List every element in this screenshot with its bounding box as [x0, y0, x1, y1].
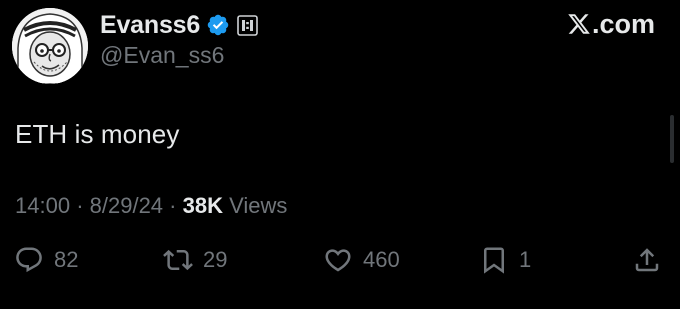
reply-button[interactable]: 82	[14, 243, 78, 277]
share-button[interactable]	[632, 243, 662, 277]
author-name-row: Evanss6	[100, 9, 258, 41]
reply-icon	[16, 247, 42, 273]
meta-separator: ·	[76, 193, 84, 218]
affiliate-badge-icon[interactable]	[237, 14, 258, 36]
scrollbar[interactable]	[670, 115, 674, 163]
x-logo-icon	[567, 12, 591, 36]
x-com-brand: .com	[567, 8, 655, 40]
meta-separator: ·	[169, 193, 177, 218]
views-count: 38K	[182, 193, 223, 218]
reply-count: 82	[54, 247, 79, 272]
tweet-text: ETH is money	[15, 119, 180, 149]
bookmark-icon	[484, 247, 504, 274]
views-label: Views	[229, 193, 288, 218]
bookmark-button[interactable]: 1	[479, 243, 531, 277]
cartoon-face-avatar-icon	[12, 8, 88, 84]
bookmark-count: 1	[519, 247, 532, 272]
repost-count: 29	[203, 247, 228, 272]
tweet-time[interactable]: 14:00	[15, 193, 70, 218]
verified-badge-icon[interactable]	[206, 13, 230, 37]
like-button[interactable]: 460	[323, 243, 400, 277]
share-icon	[635, 248, 659, 272]
action-bar: 82 29 460 1	[0, 243, 680, 277]
tweet-date[interactable]: 8/29/24	[90, 193, 163, 218]
tweet-meta: 14:00 · 8/29/24 · 38K Views	[15, 193, 287, 219]
heart-icon	[325, 249, 351, 272]
like-count: 460	[363, 247, 400, 272]
brand-text: .com	[591, 8, 655, 39]
avatar[interactable]	[12, 8, 88, 84]
author-handle[interactable]: @Evan_ss6	[100, 42, 224, 69]
repost-icon	[163, 249, 193, 271]
repost-button[interactable]: 29	[163, 243, 227, 277]
display-name[interactable]: Evanss6	[100, 11, 200, 40]
